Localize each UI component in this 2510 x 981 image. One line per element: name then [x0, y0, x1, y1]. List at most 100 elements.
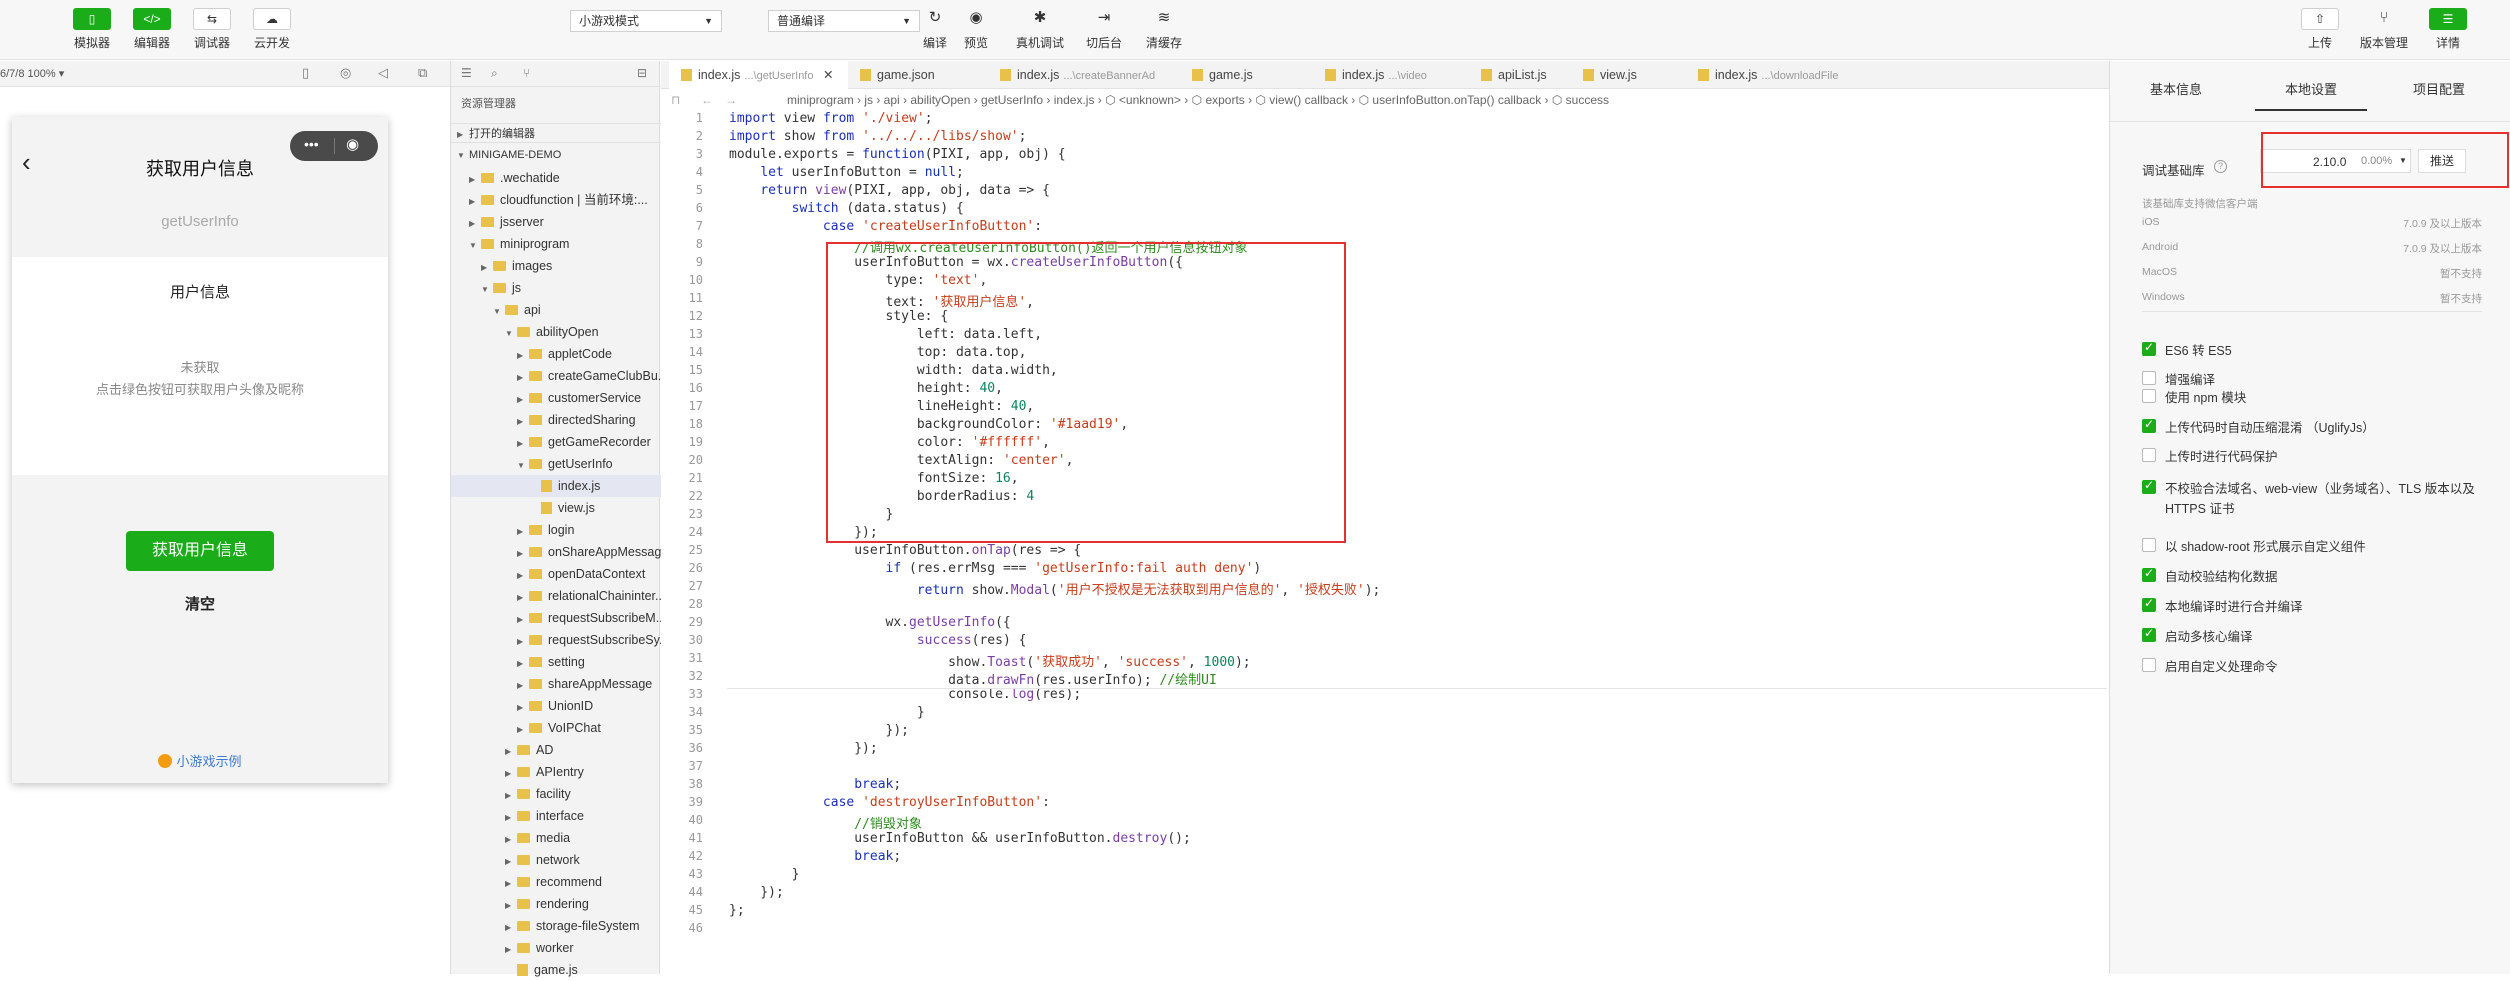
- editor-tab[interactable]: view.js: [1571, 61, 1686, 89]
- compile-select[interactable]: 普通编译 ▼: [768, 10, 920, 32]
- popout-icon[interactable]: ⧉: [418, 65, 427, 81]
- volume-icon[interactable]: ◁: [378, 65, 388, 81]
- details-button[interactable]: ☰ 详情: [2418, 8, 2478, 51]
- tree-folder-item[interactable]: ▶ UnionID: [451, 695, 661, 717]
- device-zoom-select[interactable]: 6/7/8 100% ▾: [0, 67, 64, 80]
- real-debug-button[interactable]: ✱ 真机调试: [1010, 8, 1070, 51]
- tree-folder-item[interactable]: ▼ miniprogram: [451, 233, 661, 255]
- tree-folder-item[interactable]: ▶ worker: [451, 937, 661, 959]
- capsule-menu[interactable]: ••• ◉: [290, 131, 378, 161]
- code-line[interactable]: show.Toast('获取成功', 'success', 1000);: [729, 651, 1251, 670]
- code-line[interactable]: break;: [729, 849, 901, 864]
- simulator-toggle-button[interactable]: ▯ 模拟器: [62, 8, 122, 51]
- version-button[interactable]: ⑂ 版本管理: [2354, 8, 2414, 51]
- mode-select[interactable]: 小游戏模式 ▼: [570, 10, 722, 32]
- option-checkbox[interactable]: [2142, 658, 2156, 672]
- option-checkbox[interactable]: [2142, 478, 2156, 494]
- code-line[interactable]: }: [729, 705, 925, 720]
- tab-local-settings[interactable]: 本地设置: [2285, 79, 2337, 98]
- option-checkbox[interactable]: [2142, 417, 2156, 433]
- more-icon[interactable]: •••: [304, 136, 319, 152]
- code-line[interactable]: case 'destroyUserInfoButton':: [729, 795, 1050, 810]
- tree-folder-item[interactable]: ▶ APIentry: [451, 761, 661, 783]
- editor-tab[interactable]: game.js: [1180, 61, 1313, 89]
- option-checkbox[interactable]: [2142, 340, 2156, 356]
- editor-tab[interactable]: index.js ...\getUserInfo ✕: [669, 61, 848, 89]
- cloud-button[interactable]: ☁ 云开发: [242, 8, 302, 51]
- code-line[interactable]: //销毁对象: [729, 813, 922, 832]
- tree-folder-item[interactable]: ▶ requestSubscribeM...: [451, 607, 666, 629]
- tree-folder-item[interactable]: ▶ shareAppMessage: [451, 673, 661, 695]
- tree-folder-item[interactable]: ▶ rendering: [451, 893, 661, 915]
- tree-folder-item[interactable]: ▶ AD: [451, 739, 661, 761]
- tree-file-item[interactable]: index.js: [451, 475, 661, 497]
- code-line[interactable]: });: [729, 723, 909, 738]
- breadcrumb-path[interactable]: miniprogram › js › api › abilityOpen › g…: [787, 89, 1609, 111]
- code-line[interactable]: module.exports = function(PIXI, app, obj…: [729, 147, 1066, 162]
- close-circle-icon[interactable]: ◉: [346, 135, 359, 153]
- preview-button[interactable]: ◉ 预览: [946, 8, 1006, 51]
- code-line[interactable]: return show.Modal('用户不授权是无法获取到用户信息的', '授…: [729, 579, 1381, 598]
- close-icon[interactable]: ✕: [819, 68, 833, 82]
- tree-folder-item[interactable]: ▶ openDataContext: [451, 563, 661, 585]
- tree-folder-item[interactable]: ▶ getGameRecorder: [451, 431, 661, 453]
- tree-folder-item[interactable]: ▶ VoIPChat: [451, 717, 661, 739]
- tree-folder-item[interactable]: ▶ appletCode: [451, 343, 661, 365]
- list-icon[interactable]: ☰: [461, 66, 472, 80]
- tree-folder-item[interactable]: ▶ recommend: [451, 871, 661, 893]
- tree-folder-item[interactable]: ▶ jsserver: [451, 211, 661, 233]
- option-checkbox[interactable]: [2142, 626, 2156, 642]
- code-line[interactable]: }: [729, 867, 800, 882]
- option-checkbox[interactable]: [2142, 596, 2156, 612]
- tree-folder-item[interactable]: ▶ createGameClubBu...: [451, 365, 668, 387]
- code-line[interactable]: wx.getUserInfo({: [729, 615, 1011, 630]
- option-checkbox[interactable]: [2142, 448, 2156, 462]
- code-line[interactable]: switch (data.status) {: [729, 201, 964, 216]
- tree-folder-item[interactable]: ▶ customerService: [451, 387, 661, 409]
- search-icon[interactable]: ⌕: [491, 66, 498, 81]
- tree-folder-item[interactable]: ▼ getUserInfo: [451, 453, 661, 475]
- code-line[interactable]: };: [729, 903, 745, 918]
- tree-folder-item[interactable]: ▼ js: [451, 277, 661, 299]
- code-line[interactable]: case 'createUserInfoButton':: [729, 219, 1042, 234]
- editor-toggle-button[interactable]: </> 编辑器: [122, 8, 182, 51]
- code-line[interactable]: import show from '../../../libs/show';: [729, 129, 1026, 144]
- tree-folder-item[interactable]: ▶ interface: [451, 805, 661, 827]
- clear-cache-button[interactable]: ≋ 清缓存: [1134, 8, 1194, 51]
- phone-icon[interactable]: ▯: [302, 65, 309, 81]
- tree-folder-item[interactable]: ▼ abilityOpen: [451, 321, 661, 343]
- tree-folder-item[interactable]: ▶ storage-fileSystem: [451, 915, 661, 937]
- tree-folder-item[interactable]: ▶ .wechatide: [451, 167, 661, 189]
- option-checkbox[interactable]: [2142, 389, 2156, 403]
- tree-folder-item[interactable]: ▶ images: [451, 255, 661, 277]
- code-line[interactable]: if (res.errMsg === 'getUserInfo:fail aut…: [729, 561, 1262, 576]
- editor-tab[interactable]: apiList.js: [1469, 61, 1571, 89]
- code-line[interactable]: data.drawFn(res.userInfo); //绘制UI: [729, 669, 1217, 688]
- tree-folder-item[interactable]: ▶ relationalChaininter...: [451, 585, 665, 607]
- tree-folder-item[interactable]: ▶ login: [451, 519, 661, 541]
- tree-folder-item[interactable]: ▶ cloudfunction | 当前环境:...: [451, 189, 661, 211]
- background-button[interactable]: ⇥ 切后台: [1074, 8, 1134, 51]
- code-line[interactable]: });: [729, 885, 784, 900]
- tree-folder-item[interactable]: ▶ network: [451, 849, 661, 871]
- back-icon[interactable]: ←: [701, 89, 713, 111]
- code-line[interactable]: break;: [729, 777, 901, 792]
- record-icon[interactable]: ◎: [340, 65, 351, 81]
- code-line[interactable]: });: [729, 741, 878, 756]
- tree-folder-item[interactable]: ▶ setting: [451, 651, 661, 673]
- option-checkbox[interactable]: [2142, 566, 2156, 582]
- tab-basic-info[interactable]: 基本信息: [2150, 79, 2202, 98]
- debugger-toggle-button[interactable]: ⇆ 调试器: [182, 8, 242, 51]
- clear-button[interactable]: 清空: [12, 593, 388, 614]
- tree-folder-item[interactable]: ▶ facility: [451, 783, 661, 805]
- editor-tab[interactable]: index.js ...\video: [1313, 61, 1469, 89]
- code-line[interactable]: let userInfoButton = null;: [729, 165, 964, 180]
- tree-folder-item[interactable]: ▶ requestSubscribeSy...: [451, 629, 669, 651]
- code-line[interactable]: return view(PIXI, app, obj, data => {: [729, 183, 1050, 198]
- bookmark-icon[interactable]: ⊓: [671, 89, 680, 111]
- forward-icon[interactable]: →: [725, 89, 737, 111]
- footer-link[interactable]: 小游戏示例: [12, 751, 388, 770]
- open-editors-section[interactable]: ▶ 打开的编辑器: [451, 123, 661, 143]
- git-icon[interactable]: ⑂: [523, 66, 530, 80]
- option-checkbox[interactable]: [2142, 538, 2156, 552]
